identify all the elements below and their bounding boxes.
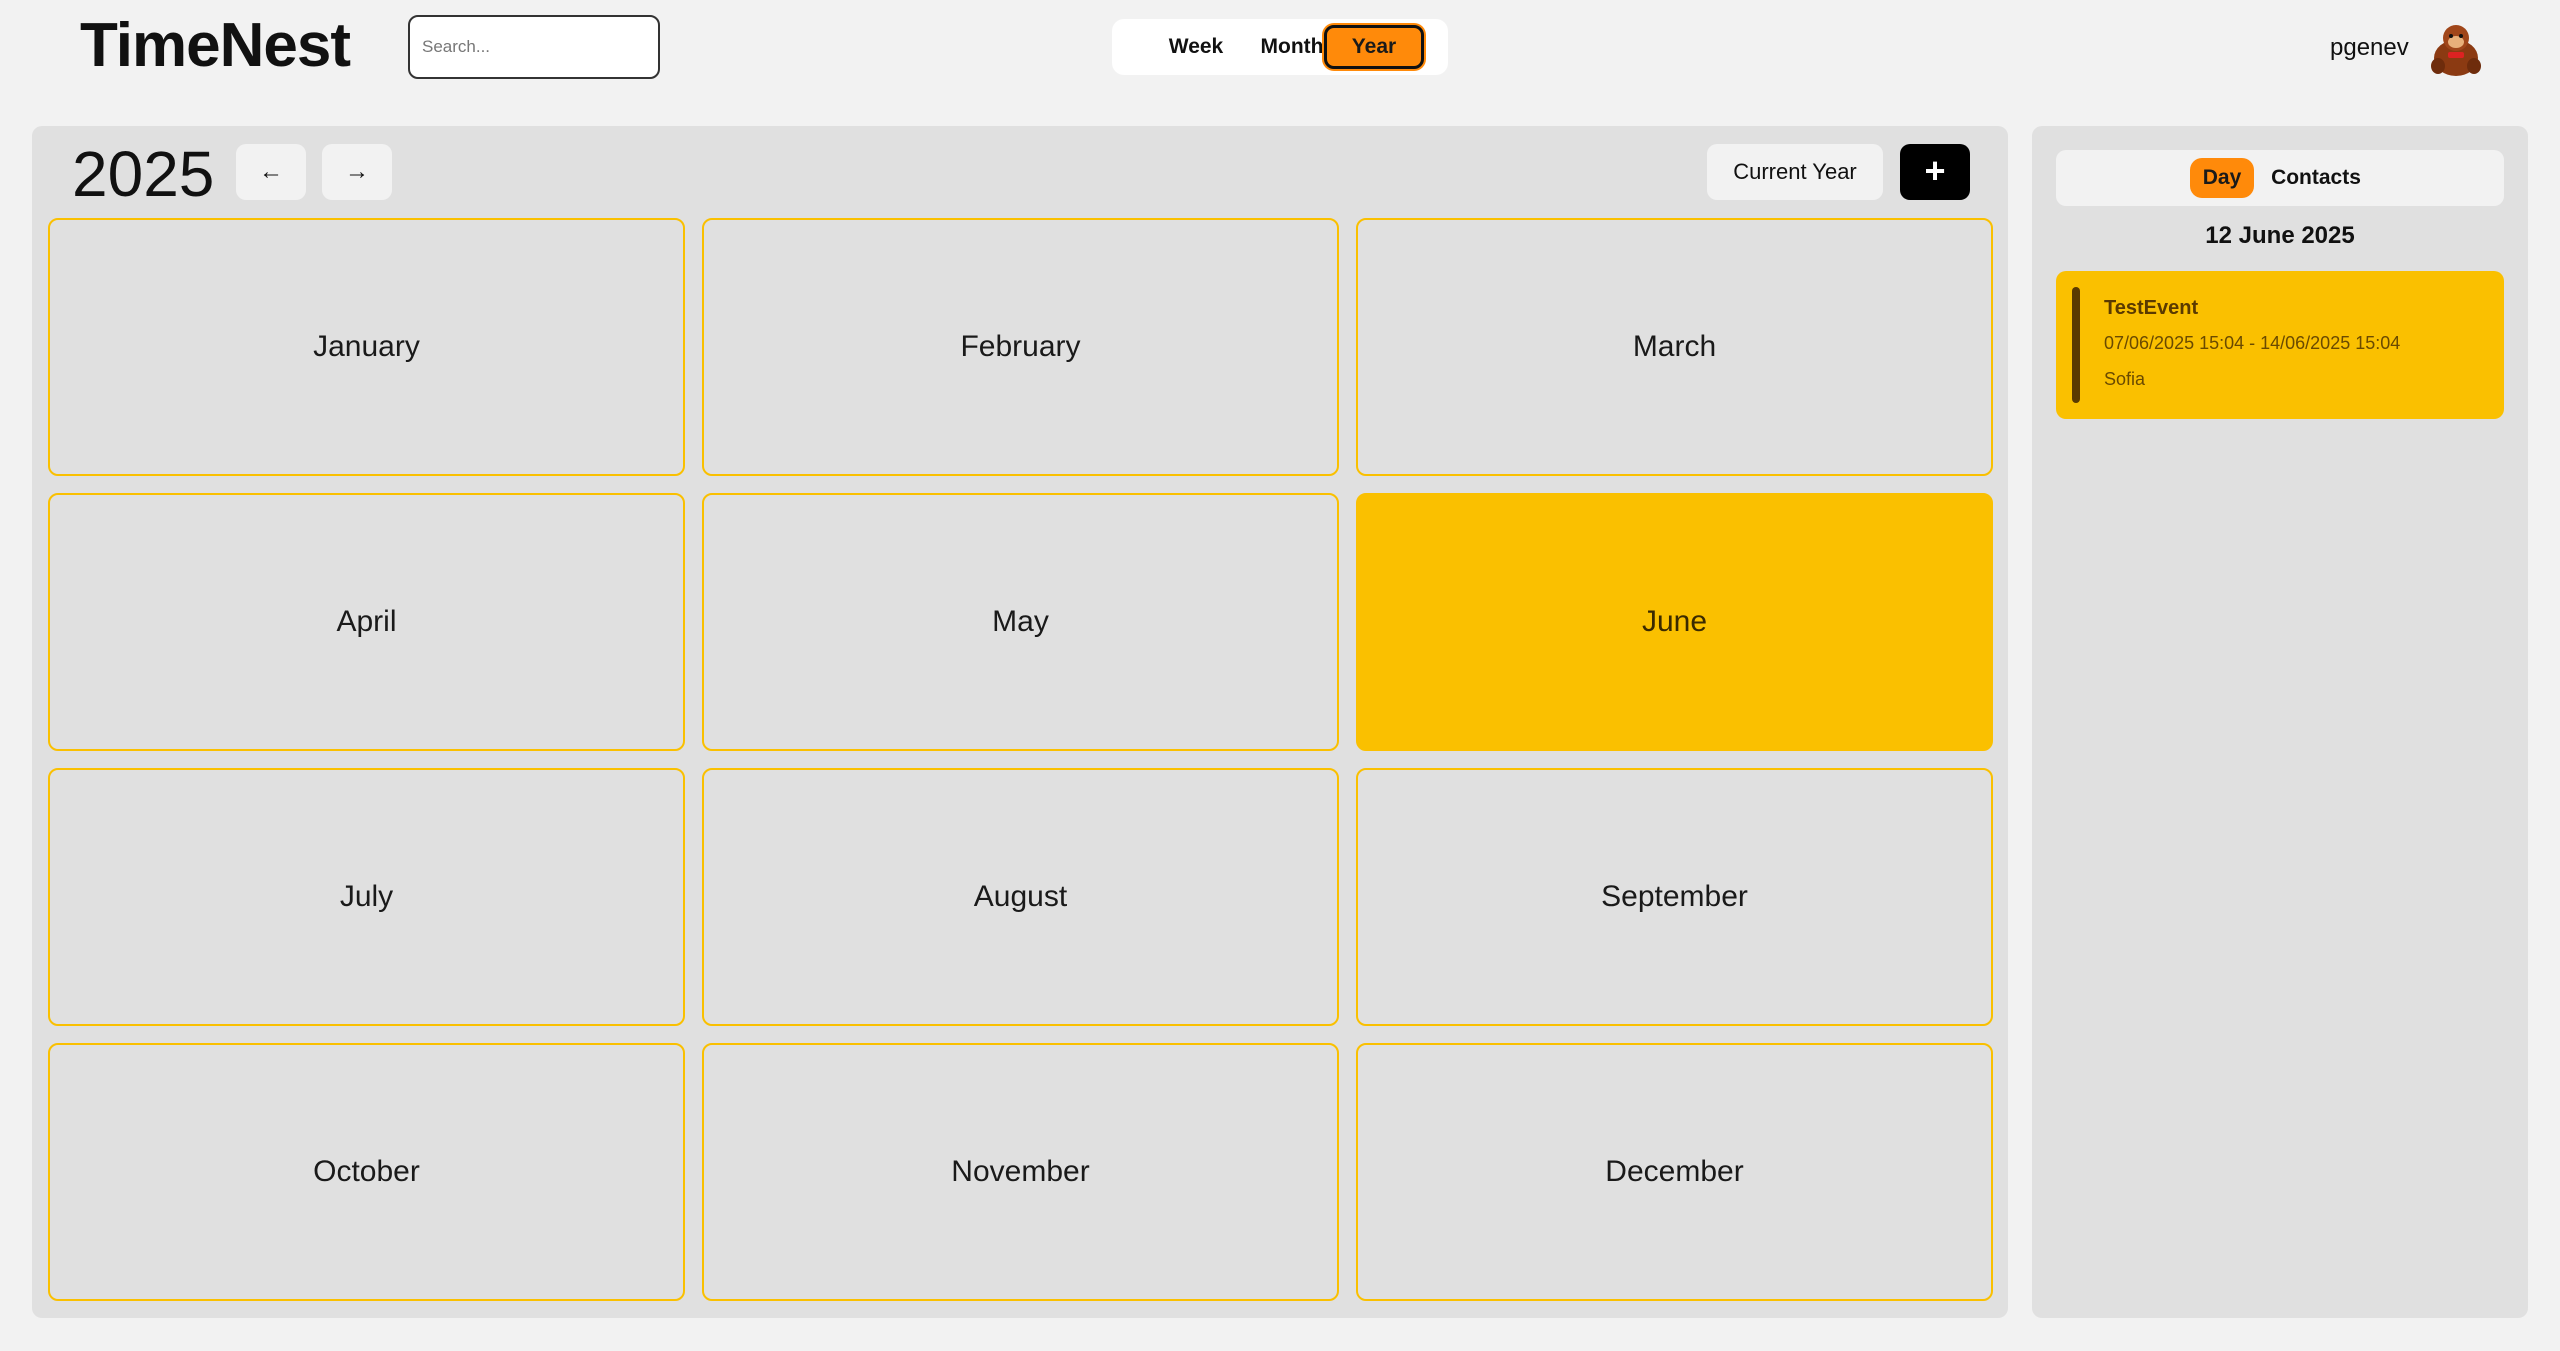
- username: pgenev: [2330, 34, 2409, 61]
- month-label: December: [1605, 1155, 1744, 1188]
- header: TimeNest Week Month Year pgenev: [0, 0, 2560, 96]
- month-label: September: [1601, 880, 1748, 913]
- month-cell-april[interactable]: April: [48, 493, 685, 751]
- add-event-button[interactable]: +: [1900, 144, 1970, 200]
- month-label: April: [336, 605, 397, 638]
- tab-contacts[interactable]: Contacts: [2266, 158, 2366, 198]
- plus-icon: +: [1924, 150, 1946, 191]
- month-label: October: [313, 1155, 420, 1188]
- event-title: TestEvent: [2104, 297, 2199, 319]
- tab-day[interactable]: Day: [2190, 158, 2254, 198]
- next-year-button[interactable]: →: [322, 144, 392, 200]
- selected-date: 12 June 2025: [2205, 222, 2355, 249]
- month-cell-july[interactable]: July: [48, 768, 685, 1026]
- month-cell-december[interactable]: December: [1356, 1043, 1993, 1301]
- month-label: February: [960, 330, 1081, 363]
- arrow-right-icon: →: [345, 158, 369, 185]
- month-cell-june[interactable]: June: [1356, 493, 1993, 751]
- app-logo[interactable]: TimeNest: [80, 10, 351, 82]
- previous-year-button[interactable]: ←: [236, 144, 306, 200]
- month-cell-october[interactable]: October: [48, 1043, 685, 1301]
- month-label: November: [951, 1155, 1090, 1188]
- month-cell-september[interactable]: September: [1356, 768, 1993, 1026]
- gorilla-avatar-icon[interactable]: [2426, 18, 2486, 78]
- month-cell-march[interactable]: March: [1356, 218, 1993, 476]
- month-label: June: [1641, 605, 1708, 638]
- current-year-button[interactable]: Current Year: [1707, 144, 1883, 200]
- side-panel: Day Contacts 12 June 2025 TestEvent 07/0…: [2032, 126, 2528, 1318]
- month-label: August: [973, 880, 1068, 913]
- side-tabs: Day Contacts: [2056, 150, 2504, 206]
- month-grid: January February March April May June Ju…: [48, 218, 1993, 1301]
- year-view-panel: 2025 ← → Current Year + January February…: [32, 126, 2008, 1318]
- view-toggle: Week Month Year: [1112, 19, 1448, 75]
- month-cell-january[interactable]: January: [48, 218, 685, 476]
- month-label: March: [1632, 330, 1717, 363]
- event-location: Sofia: [2104, 369, 2146, 389]
- year-label: 2025: [72, 138, 215, 210]
- month-label: January: [313, 330, 420, 363]
- view-week-button[interactable]: Week: [1150, 25, 1242, 69]
- month-label: July: [339, 880, 394, 913]
- event-time-range: 07/06/2025 15:04 - 14/06/2025 15:04: [2104, 333, 2401, 353]
- event-card[interactable]: TestEvent 07/06/2025 15:04 - 14/06/2025 …: [2056, 271, 2504, 419]
- search-input[interactable]: [408, 15, 660, 79]
- month-cell-may[interactable]: May: [702, 493, 1339, 751]
- event-color-bar: [2072, 287, 2080, 403]
- month-cell-november[interactable]: November: [702, 1043, 1339, 1301]
- month-cell-february[interactable]: February: [702, 218, 1339, 476]
- month-cell-august[interactable]: August: [702, 768, 1339, 1026]
- view-year-button[interactable]: Year: [1324, 25, 1424, 69]
- month-label: May: [992, 605, 1049, 638]
- arrow-left-icon: ←: [259, 158, 283, 185]
